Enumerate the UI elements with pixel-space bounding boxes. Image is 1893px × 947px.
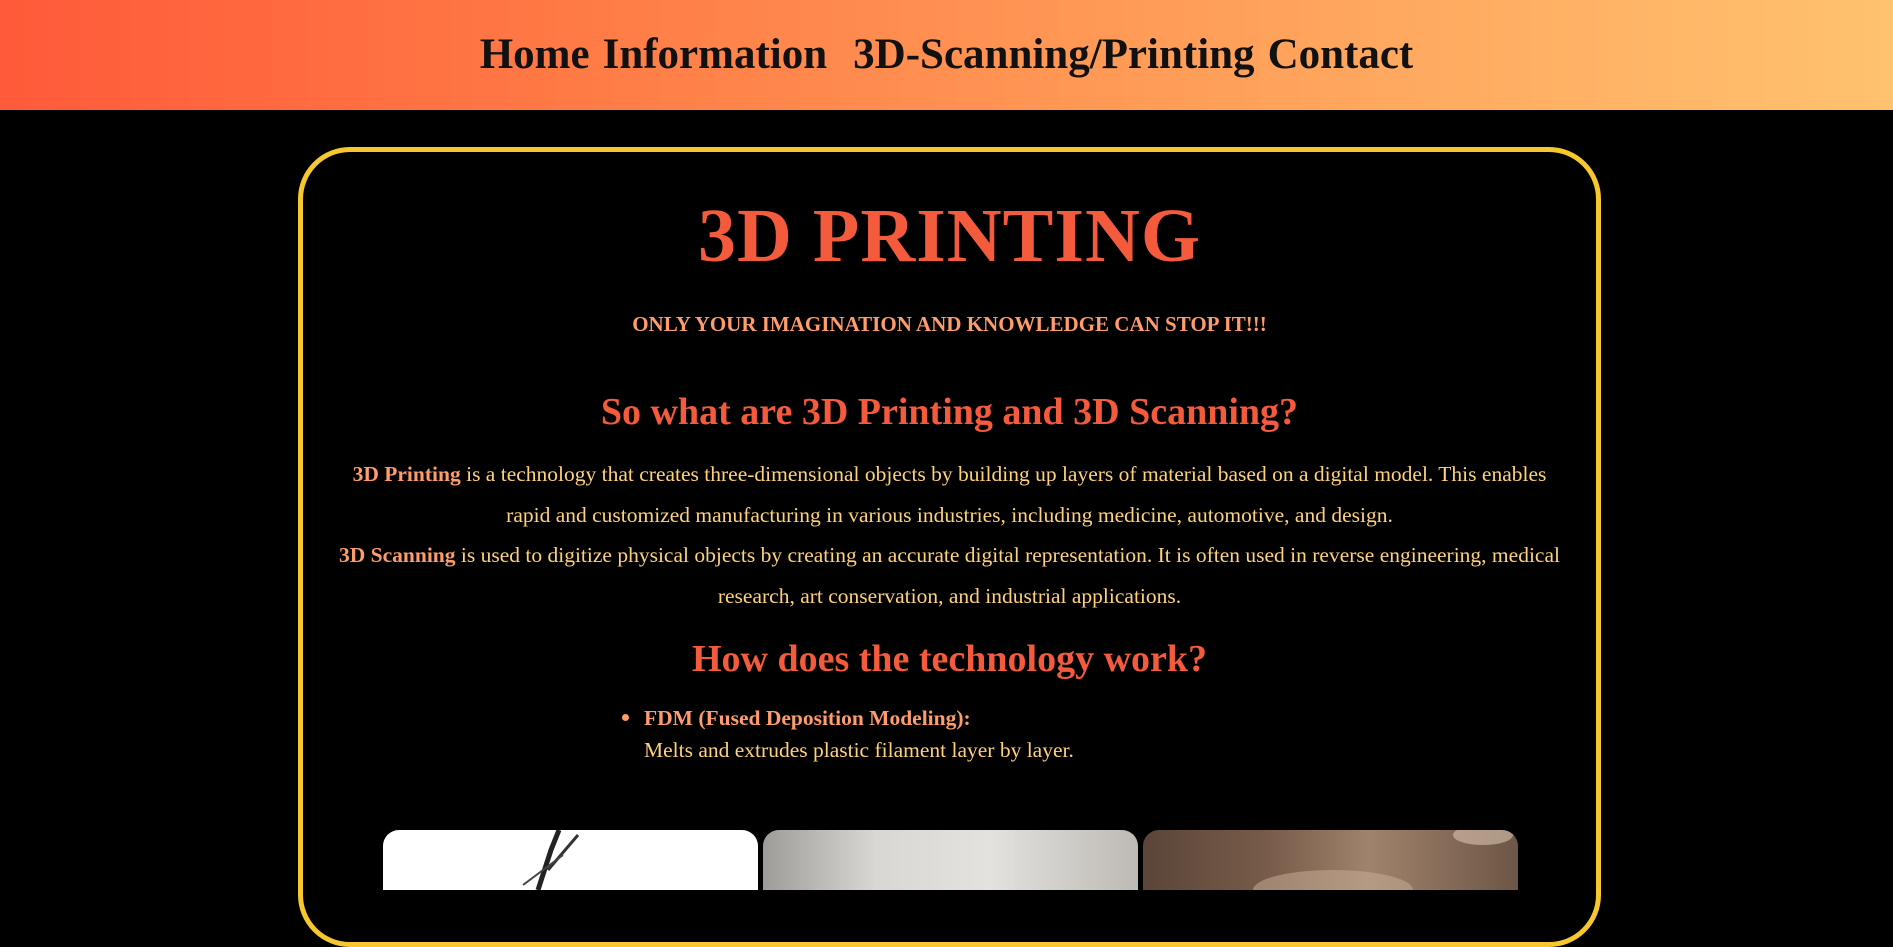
- tagline: ONLY YOUR IMAGINATION AND KNOWLEDGE CAN …: [632, 312, 1267, 336]
- technology-description: Melts and extrudes plastic filament laye…: [644, 738, 1074, 762]
- top-navigation: Home Information 3D-Scanning/Printing Co…: [0, 0, 1893, 110]
- content-card: 3D PRINTING ONLY YOUR IMAGINATION AND KN…: [298, 147, 1601, 947]
- gallery-image-printer-arm: [383, 830, 758, 890]
- printing-term: 3D Printing: [352, 462, 461, 486]
- what-heading: So what are 3D Printing and 3D Scanning?: [600, 391, 1299, 433]
- intro-paragraph: 3D Printing is a technology that creates…: [333, 454, 1566, 616]
- printing-description: is a technology that creates three-dimen…: [460, 462, 1547, 527]
- nav-information-link[interactable]: Information: [603, 30, 828, 79]
- gallery-image-scanning: [1143, 830, 1518, 890]
- nav-home-link[interactable]: Home: [480, 30, 590, 79]
- page-title: 3D PRINTING: [698, 194, 1201, 278]
- nav-contact-link[interactable]: Contact: [1268, 30, 1414, 79]
- gallery-image-printer-grey: [763, 830, 1138, 890]
- how-heading: How does the technology work?: [691, 638, 1208, 680]
- scanning-term: 3D Scanning: [339, 543, 456, 567]
- technology-name: FDM (Fused Deposition Modeling):: [644, 706, 971, 730]
- image-gallery: [383, 830, 1518, 890]
- bullet-icon: [622, 714, 629, 721]
- scanning-description: is used to digitize physical objects by …: [455, 543, 1560, 608]
- nav-3d-scanning-printing-link[interactable]: 3D-Scanning/Printing: [853, 30, 1254, 79]
- technology-list: FDM (Fused Deposition Modeling): Melts a…: [622, 702, 1074, 766]
- list-item: FDM (Fused Deposition Modeling): Melts a…: [622, 702, 1074, 766]
